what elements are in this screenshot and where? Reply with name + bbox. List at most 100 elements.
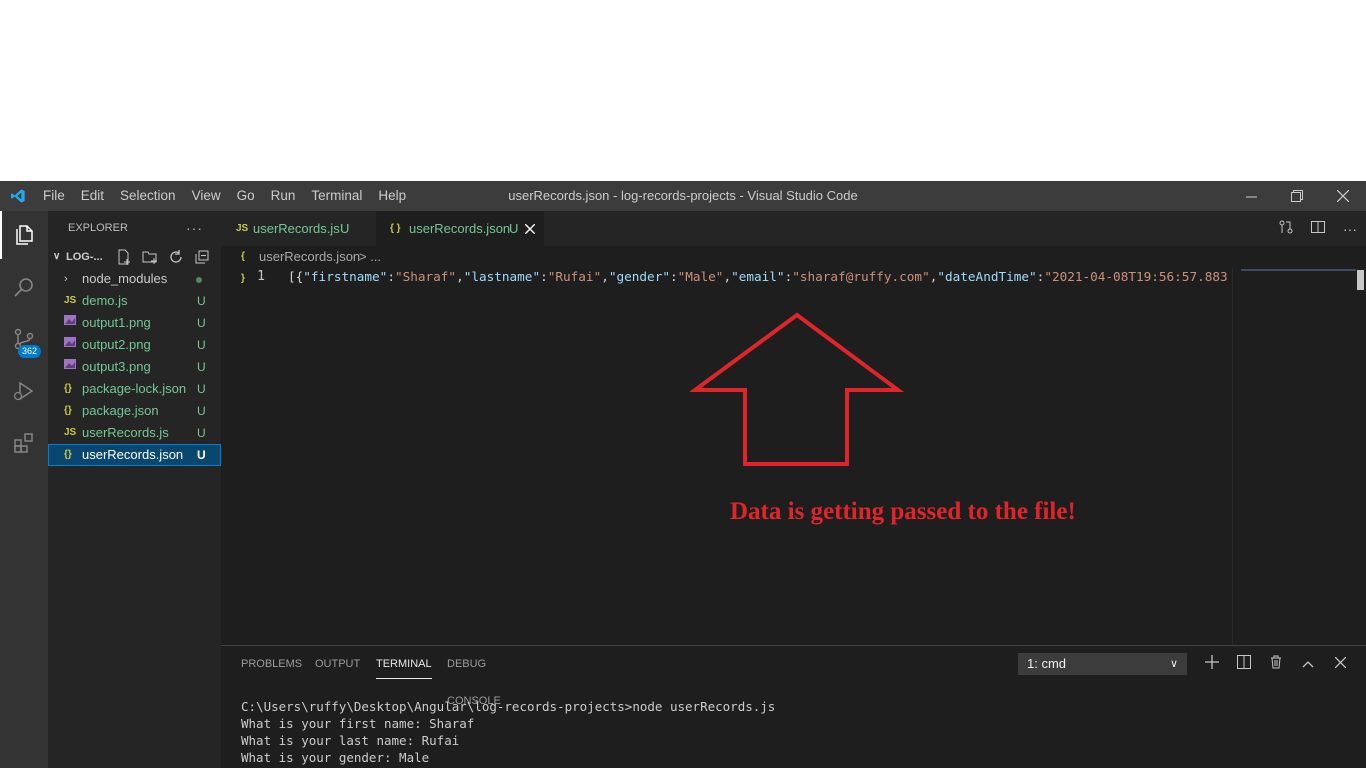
- breadcrumb-file[interactable]: userRecords.json: [259, 246, 360, 268]
- terminal-line: C:\Users\ruffy\Desktop\Angular\log-recor…: [241, 699, 776, 714]
- code-token: :: [669, 269, 678, 284]
- tab-status: U: [340, 221, 350, 236]
- js-file-icon: JS: [64, 295, 77, 306]
- code-token: "gender": [608, 269, 670, 284]
- menu-edit[interactable]: Edit: [73, 181, 112, 211]
- terminal-select-value: 1: cmd: [1027, 656, 1067, 671]
- tree-item-output2[interactable]: output2.png U: [48, 334, 221, 356]
- image-file-icon: [64, 312, 76, 334]
- tree-item-label: node_modules: [82, 271, 168, 286]
- tree-item-userrecords-json[interactable]: {} userRecords.json U: [48, 444, 221, 466]
- js-file-icon: JS: [64, 427, 77, 438]
- menu-help[interactable]: Help: [370, 181, 414, 211]
- code-token: "sharaf@ruffy.com": [792, 269, 930, 284]
- git-status: U: [197, 338, 206, 352]
- line-number: 1: [257, 269, 265, 284]
- more-actions-icon[interactable]: ···: [186, 211, 203, 246]
- git-status: U: [197, 426, 206, 440]
- json-file-icon: {}: [64, 405, 72, 416]
- close-icon: [1337, 190, 1349, 202]
- tree-item-package-lock-json[interactable]: {} package-lock.json U: [48, 378, 221, 400]
- terminal-select[interactable]: 1: cmd ∨: [1018, 653, 1187, 675]
- tree-item-package-json[interactable]: {} package.json U: [48, 400, 221, 422]
- minimize-button[interactable]: [1228, 181, 1274, 211]
- menu-selection[interactable]: Selection: [112, 181, 184, 211]
- tree-item-userrecords-js[interactable]: JS userRecords.js U: [48, 422, 221, 444]
- minimize-icon: [1245, 196, 1257, 197]
- vscode-logo-icon: [11, 189, 25, 203]
- git-status: U: [197, 448, 206, 462]
- activity-source-control[interactable]: 362: [0, 315, 48, 363]
- tree-item-label: package-lock.json: [82, 381, 187, 396]
- status-dot: [196, 268, 202, 290]
- menu-terminal[interactable]: Terminal: [303, 181, 370, 211]
- js-file-icon: JS: [236, 223, 249, 234]
- open-changes-icon[interactable]: [1270, 219, 1302, 238]
- restore-icon: [1291, 190, 1303, 202]
- annotation-arrow-icon: [690, 312, 905, 466]
- activity-extensions[interactable]: [0, 419, 48, 467]
- tab-label: userRecords.js: [253, 221, 340, 236]
- code-line[interactable]: [{"firstname":"Sharaf","lastname":"Rufai…: [288, 268, 1232, 286]
- tree-item-demo-js[interactable]: JS demo.js U: [48, 290, 221, 312]
- new-folder-icon[interactable]: [142, 249, 158, 265]
- code-token: "lastname": [463, 269, 541, 284]
- json-file-icon: {}: [64, 383, 72, 394]
- new-file-icon[interactable]: [116, 249, 132, 265]
- json-file-icon: {}: [64, 449, 72, 460]
- tree-item-label: demo.js: [82, 293, 128, 308]
- folder-name: LOG-...: [66, 251, 103, 263]
- menu-file[interactable]: File: [35, 181, 73, 211]
- code-token: ,: [723, 269, 732, 284]
- close-tab-icon[interactable]: [525, 224, 535, 234]
- more-actions-icon[interactable]: ···: [1334, 221, 1366, 237]
- tab-userrecords-json[interactable]: { } userRecords.json U: [376, 211, 544, 246]
- chevron-down-icon: ∨: [53, 251, 61, 262]
- activity-run-debug[interactable]: [0, 367, 48, 415]
- panel-actions: [1196, 646, 1356, 681]
- bottom-panel: PROBLEMS OUTPUT TERMINAL DEBUG CONSOLE 1…: [221, 645, 1366, 768]
- code-token: [{: [288, 269, 304, 284]
- folder-actions: [116, 249, 210, 265]
- run-debug-icon: [13, 381, 34, 401]
- code-token: ,: [601, 269, 609, 284]
- restore-button[interactable]: [1274, 181, 1320, 211]
- tab-terminal[interactable]: TERMINAL: [376, 646, 432, 679]
- tab-problems[interactable]: PROBLEMS: [241, 646, 302, 683]
- editor-tab-bar: JS userRecords.js U { } userRecords.json…: [221, 211, 1366, 246]
- collapse-all-icon[interactable]: [194, 249, 210, 265]
- activity-search[interactable]: [0, 263, 48, 311]
- new-terminal-icon[interactable]: [1196, 654, 1228, 673]
- editor-scrollbar[interactable]: [1356, 268, 1366, 645]
- terminal-output[interactable]: C:\Users\ruffy\Desktop\Angular\log-recor…: [241, 698, 775, 766]
- close-panel-icon[interactable]: [1324, 655, 1356, 672]
- title-bar: File Edit Selection View Go Run Terminal…: [0, 181, 1366, 211]
- split-editor-icon[interactable]: [1302, 219, 1334, 238]
- code-token: :: [387, 269, 395, 284]
- terminal-line: What is your last name: Rufai: [241, 733, 460, 748]
- tree-item-node-modules[interactable]: › node_modules: [48, 268, 221, 290]
- menu-go[interactable]: Go: [229, 181, 263, 211]
- activity-explorer[interactable]: [0, 211, 48, 259]
- close-window-button[interactable]: [1320, 181, 1366, 211]
- tab-output[interactable]: OUTPUT: [315, 646, 360, 683]
- menu-view[interactable]: View: [184, 181, 229, 211]
- tab-userrecords-js[interactable]: JS userRecords.js U: [221, 211, 374, 246]
- code-token: ,: [456, 269, 464, 284]
- split-terminal-icon[interactable]: [1228, 654, 1260, 673]
- trash-icon[interactable]: [1260, 655, 1292, 673]
- scm-count-badge: 362: [18, 345, 42, 358]
- menu-run[interactable]: Run: [263, 181, 304, 211]
- code-token: "firstname": [303, 269, 388, 284]
- git-status: U: [197, 404, 206, 418]
- search-icon: [14, 278, 33, 297]
- image-file-icon: [64, 356, 76, 378]
- workspace-folder[interactable]: ∨ LOG-...: [48, 246, 221, 268]
- refresh-icon[interactable]: [168, 249, 184, 265]
- code-token: "dateAndTime": [937, 269, 1037, 284]
- maximize-panel-icon[interactable]: [1292, 655, 1324, 672]
- editor-actions: ···: [1270, 211, 1366, 246]
- minimap[interactable]: [1232, 268, 1357, 645]
- tree-item-output1[interactable]: output1.png U: [48, 312, 221, 334]
- tree-item-output3[interactable]: output3.png U: [48, 356, 221, 378]
